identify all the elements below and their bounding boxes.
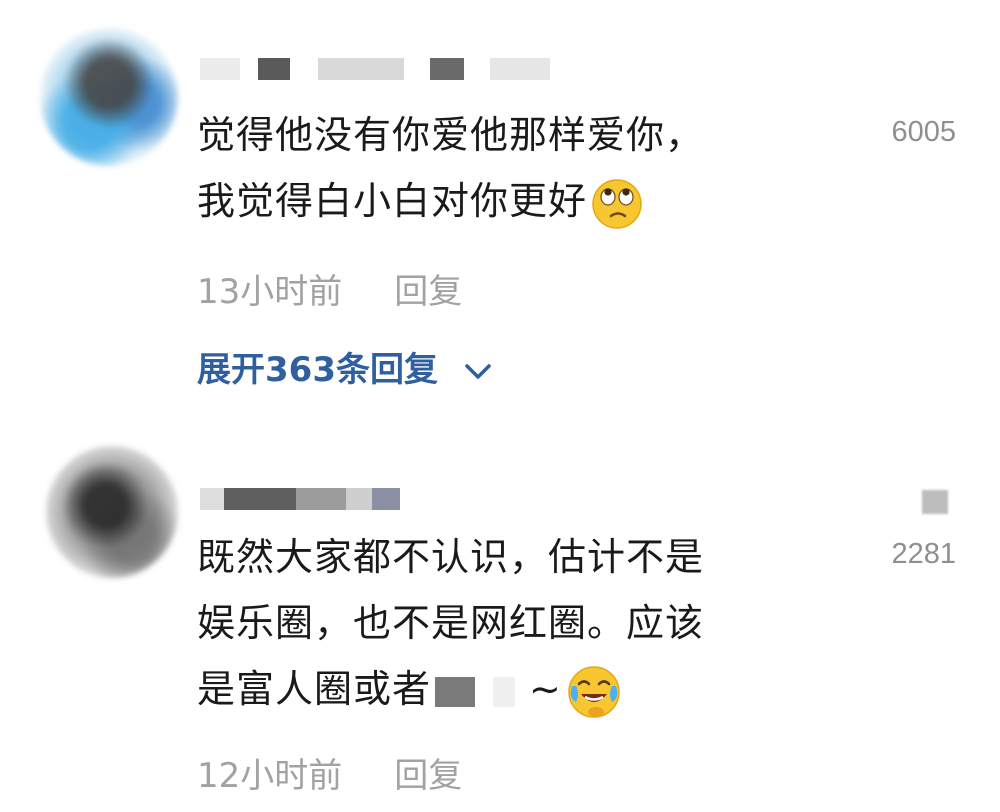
username-masked[interactable] (200, 58, 620, 80)
comment-text: 既然大家都不认识，估计不是 娱乐圈，也不是网红圈。应该 是富人圈或者 ~ (197, 524, 704, 722)
expand-replies-label: 展开363条回复 (197, 350, 438, 390)
comment-meta: 13小时前 回复 (197, 264, 462, 313)
comment-time: 13小时前 (197, 272, 343, 312)
comment-text: 觉得他没有你爱他那样爱你， 我觉得白小白对你更好 (197, 102, 704, 234)
avatar[interactable] (46, 446, 178, 578)
reply-button[interactable]: 回复 (394, 272, 462, 312)
masked-text (435, 676, 476, 707)
masked-text (493, 676, 516, 707)
comment-line: 是富人圈或者 ~ (197, 656, 704, 722)
like-count[interactable]: 6005 (891, 116, 956, 149)
eye-roll-emoji-icon (592, 178, 642, 229)
comment-tail: ~ (529, 667, 562, 711)
expand-replies-button[interactable]: 展开363条回复 (197, 342, 492, 391)
avatar[interactable] (40, 28, 178, 166)
comment-line: 既然大家都不认识，估计不是 (197, 535, 705, 579)
comment-time: 12小时前 (197, 756, 343, 796)
reply-button[interactable]: 回复 (394, 756, 462, 796)
comment-line: 我觉得白小白对你更好 (197, 168, 704, 234)
chevron-down-icon (465, 363, 491, 379)
crying-laughing-emoji-icon (568, 665, 620, 718)
comment-line: 觉得他没有你爱他那样爱你， (197, 113, 705, 157)
username-masked[interactable] (200, 488, 420, 510)
like-icon-masked[interactable] (922, 490, 948, 514)
comment-line: 娱乐圈，也不是网红圈。应该 (197, 601, 705, 645)
like-count[interactable]: 2281 (891, 538, 956, 571)
comment-meta: 12小时前 回复 (197, 748, 462, 797)
